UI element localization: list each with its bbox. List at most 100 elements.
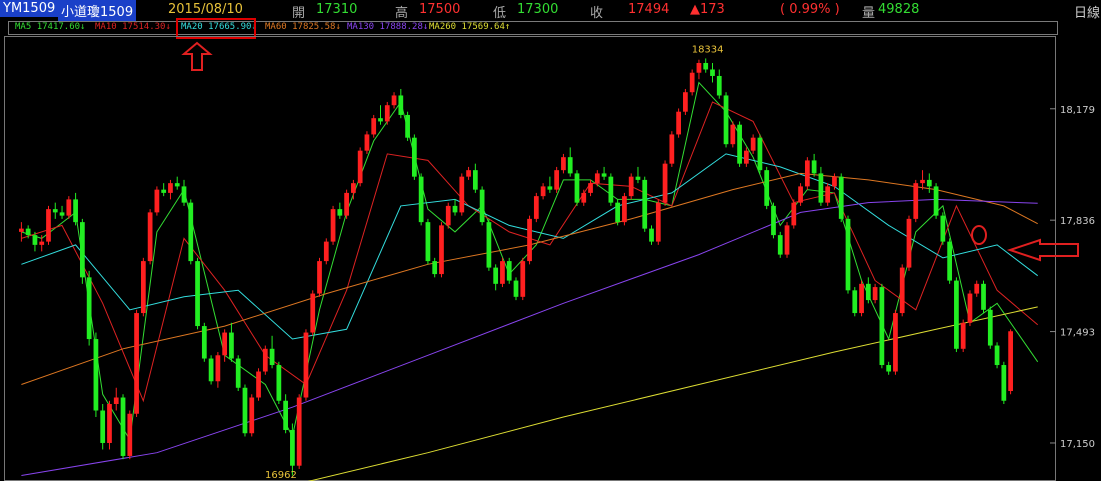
candle-body: [872, 287, 878, 301]
candle: [588, 179, 593, 197]
candle-body: [987, 309, 993, 346]
candle: [66, 196, 72, 219]
candle: [981, 280, 986, 314]
candle: [52, 202, 58, 219]
candle-body: [235, 358, 241, 388]
candle-body: [303, 332, 309, 398]
candle-body: [899, 267, 905, 314]
candle: [1001, 361, 1007, 405]
candle: [472, 163, 478, 193]
candle-body: [737, 124, 742, 164]
candle: [764, 166, 770, 210]
candle-body: [493, 267, 499, 284]
candle-body: [39, 241, 45, 245]
candle: [527, 215, 532, 265]
candle: [662, 160, 668, 206]
candle: [351, 179, 356, 200]
candle: [310, 290, 316, 336]
candle-body: [622, 196, 627, 223]
candle: [168, 179, 173, 200]
candle: [486, 218, 492, 271]
candle: [635, 166, 641, 184]
candle-body: [120, 397, 126, 456]
candle-body: [100, 410, 106, 443]
candle-body: [730, 124, 736, 145]
candle-body: [852, 290, 858, 314]
candle: [608, 173, 614, 206]
candle-body: [533, 196, 539, 219]
candle: [425, 218, 431, 265]
candle-body: [683, 92, 688, 112]
candle-body: [479, 189, 485, 223]
candle-body: [371, 118, 377, 135]
candle: [79, 218, 85, 284]
candle-body: [466, 170, 471, 177]
candle-body: [59, 212, 65, 216]
candle: [933, 183, 939, 219]
candle: [520, 257, 526, 301]
candle: [459, 173, 465, 216]
candle-body: [696, 62, 702, 73]
candle: [405, 111, 410, 141]
candle-body: [689, 72, 695, 93]
candle: [940, 212, 946, 245]
candle: [418, 173, 424, 226]
candle-body: [635, 176, 641, 180]
candle-body: [723, 95, 729, 145]
candle: [479, 186, 485, 226]
candle: [601, 166, 607, 180]
candle: [208, 355, 214, 385]
candle-body: [547, 186, 553, 190]
candle-body: [865, 283, 871, 301]
candle: [547, 176, 553, 193]
circle-marker: [971, 225, 987, 245]
candle: [852, 287, 858, 317]
candle: [344, 189, 349, 219]
candle: [879, 283, 885, 369]
candle-body: [926, 179, 932, 187]
candle: [567, 147, 573, 177]
candle-body: [832, 176, 837, 187]
candle: [730, 121, 736, 148]
candle: [683, 88, 688, 115]
candle: [242, 384, 248, 437]
candle: [391, 92, 397, 109]
candle: [886, 361, 892, 375]
candle-body: [52, 209, 58, 213]
candle-body: [893, 313, 898, 372]
candle: [655, 199, 661, 245]
candle-body: [174, 183, 180, 187]
candle-body: [269, 348, 275, 366]
candle: [716, 69, 722, 99]
candle-body: [32, 235, 38, 245]
candle: [201, 322, 207, 362]
annotations: 18334 16962: [265, 44, 724, 481]
candle: [561, 153, 566, 174]
candle-body: [913, 183, 919, 219]
candle-body: [974, 283, 980, 294]
candle: [710, 62, 715, 83]
candle: [669, 131, 675, 167]
candle-body: [113, 397, 119, 405]
candle: [838, 173, 844, 223]
candle: [628, 173, 634, 200]
candle-body: [642, 179, 648, 229]
candle-body: [296, 397, 302, 466]
candle-body: [811, 160, 817, 174]
y-axis: 18,179 17,836 17,493 17,150: [1050, 105, 1095, 450]
candle: [954, 277, 959, 353]
candle-body: [743, 150, 749, 164]
candle: [500, 257, 505, 288]
left-arrow-icon: [1006, 238, 1079, 262]
candle: [466, 166, 471, 180]
candle-body: [750, 137, 756, 151]
candle-body: [19, 228, 24, 232]
candle: [432, 257, 438, 278]
candle: [113, 387, 119, 411]
candle: [893, 309, 898, 375]
candle: [256, 368, 261, 401]
candle-body: [73, 199, 78, 223]
candle: [845, 215, 851, 294]
candlestick-chart[interactable]: 18,179 17,836 17,493 17,150 18334 16962: [0, 0, 1101, 481]
candle: [398, 88, 404, 119]
